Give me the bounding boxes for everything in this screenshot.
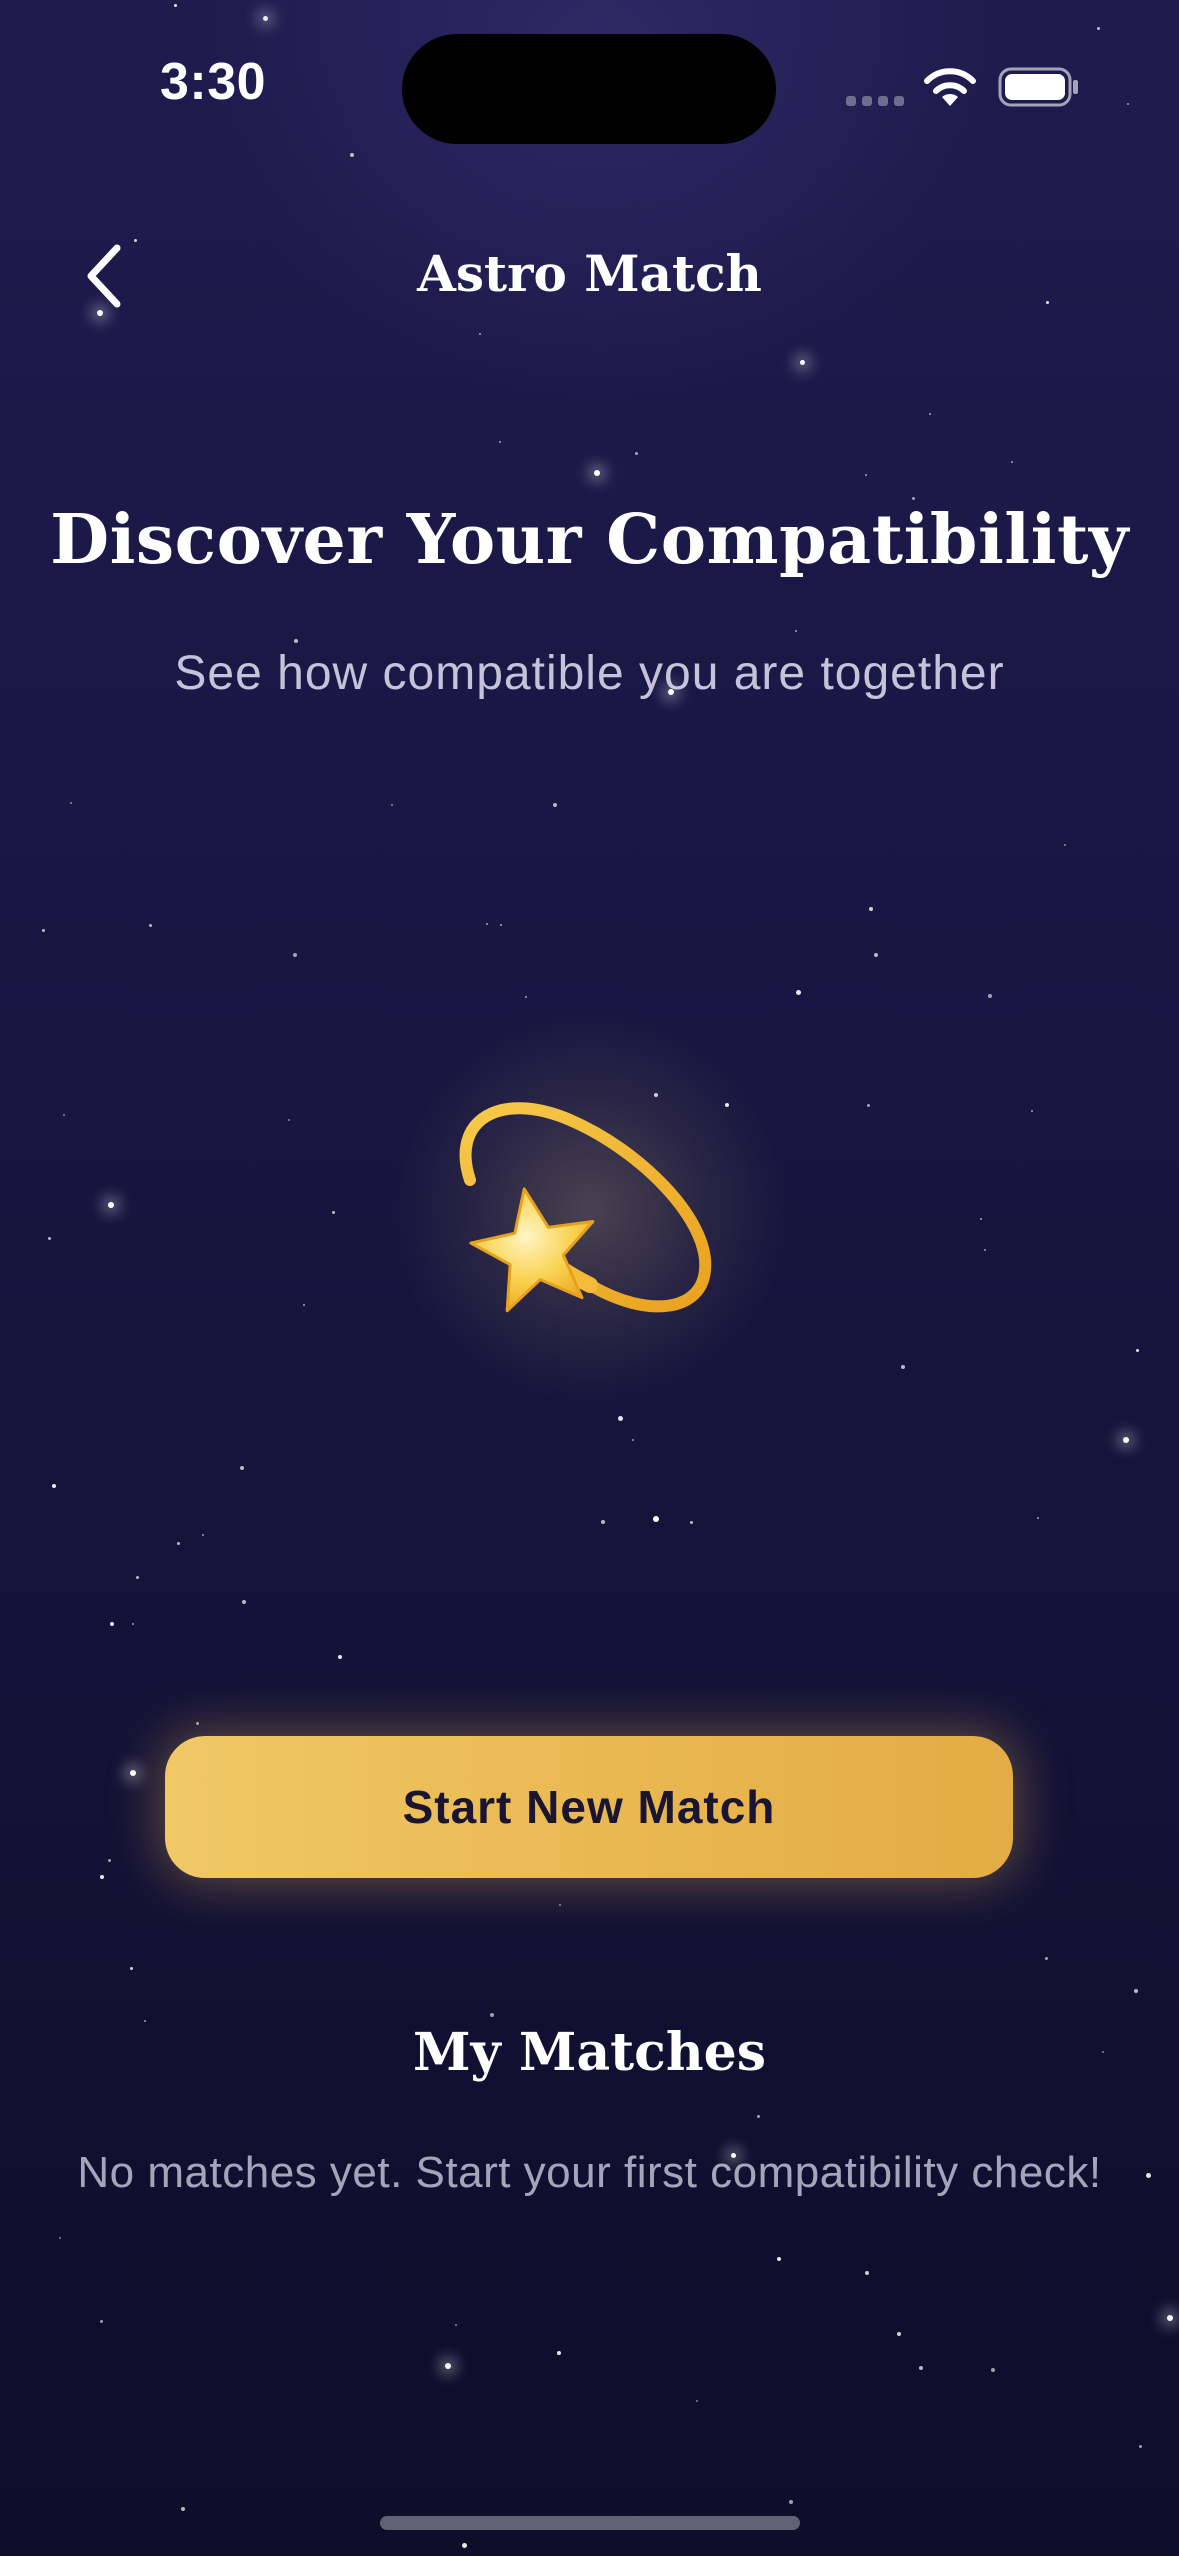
star-dot — [135, 1575, 139, 1579]
star-dot — [499, 441, 501, 443]
star-dot — [242, 1600, 246, 1604]
star-dot — [176, 1541, 180, 1545]
star-dot — [479, 333, 481, 335]
star-dot — [486, 923, 488, 925]
battery-icon — [998, 67, 1078, 107]
star-dot — [1127, 103, 1129, 105]
star-dot — [338, 1655, 342, 1659]
star-dot — [1096, 26, 1100, 30]
star-dot — [59, 2237, 61, 2239]
star-dot — [980, 1218, 982, 1220]
nav-title: Astro Match — [417, 244, 762, 303]
star-dot — [350, 153, 354, 157]
dizzy-star-icon — [459, 1102, 712, 1313]
star-dot — [391, 804, 393, 806]
star-dot — [70, 802, 72, 804]
star-dot — [500, 924, 502, 926]
star-dot — [799, 359, 805, 365]
start-new-match-button[interactable]: Start New Match — [165, 1736, 1013, 1878]
star-dot — [929, 413, 931, 415]
star-dot — [869, 907, 873, 911]
star-dot — [1134, 1989, 1138, 1993]
star-dot — [240, 1466, 244, 1470]
star-dot — [293, 953, 297, 957]
star-dot — [777, 2257, 781, 2261]
star-dot — [63, 1114, 65, 1116]
star-dot — [874, 953, 878, 957]
star-dot — [789, 2500, 793, 2504]
home-indicator[interactable] — [380, 2516, 800, 2530]
status-time: 3:30 — [160, 53, 267, 111]
star-dot — [181, 2507, 185, 2511]
star-dot — [1037, 1517, 1039, 1519]
star-dot — [148, 923, 152, 927]
star-dot — [445, 2363, 451, 2369]
star-dot — [594, 470, 600, 476]
star-dot — [110, 1622, 114, 1626]
star-dot — [557, 2351, 561, 2355]
star-dot — [173, 3, 177, 7]
star-dot — [897, 2332, 901, 2336]
star-dot — [1135, 1348, 1139, 1352]
star-dot — [984, 1249, 986, 1251]
star-dot — [559, 1904, 561, 1906]
star-dot — [865, 2271, 869, 2275]
star-dot — [1011, 461, 1013, 463]
star-dot — [99, 2319, 103, 2323]
star-dot — [1123, 1437, 1129, 1443]
star-dot — [525, 996, 527, 998]
star-dot — [756, 2114, 760, 2118]
star-dot — [1064, 844, 1066, 846]
star-dot — [461, 2542, 467, 2548]
star-dot — [1167, 2315, 1173, 2321]
star-dot — [108, 1202, 114, 1208]
star-dot — [130, 1770, 136, 1776]
star-dot — [52, 1484, 56, 1488]
star-dot — [653, 1516, 659, 1522]
star-dot — [901, 1365, 905, 1369]
star-dot — [1044, 1956, 1048, 1960]
star-dot — [195, 1721, 199, 1725]
matches-empty-message: No matches yet. Start your first compati… — [77, 2148, 1102, 2197]
star-dot — [795, 989, 801, 995]
star-dot — [132, 1623, 134, 1625]
star-dot — [865, 474, 867, 476]
star-dot — [455, 2324, 457, 2326]
star-dot — [1031, 1110, 1033, 1112]
star-dot — [617, 1415, 623, 1421]
star-dot — [107, 1858, 111, 1862]
star-dot — [988, 994, 992, 998]
star-dot — [601, 1520, 605, 1524]
star-dot — [288, 1119, 290, 1121]
dynamic-island — [402, 34, 776, 144]
star-dot — [331, 1210, 335, 1214]
star-dot — [553, 803, 557, 807]
star-dot — [634, 451, 638, 455]
star-dot — [294, 639, 298, 643]
star-dot — [490, 2013, 494, 2017]
star-dot — [991, 2368, 995, 2372]
star-dot — [202, 1534, 204, 1536]
star-dot — [100, 1875, 104, 1879]
star-dot — [41, 928, 45, 932]
star-dot — [632, 1439, 634, 1441]
star-dot — [866, 1103, 870, 1107]
star-dot — [919, 2366, 923, 2370]
page-headline: Discover Your Compatibility — [50, 500, 1129, 580]
wifi-icon — [924, 68, 976, 106]
star-dot — [1138, 2444, 1142, 2448]
my-matches-title: My Matches — [413, 2022, 766, 2083]
page-subheadline: See how compatible you are together — [174, 647, 1005, 700]
cellular-dots-icon — [846, 96, 904, 106]
star-dot — [262, 15, 268, 21]
star-dot — [303, 1304, 305, 1306]
star-dot — [129, 1966, 133, 1970]
star-dot — [696, 2400, 698, 2402]
star-dot — [689, 1520, 693, 1524]
star-dot — [47, 1236, 51, 1240]
star-dot — [795, 630, 797, 632]
